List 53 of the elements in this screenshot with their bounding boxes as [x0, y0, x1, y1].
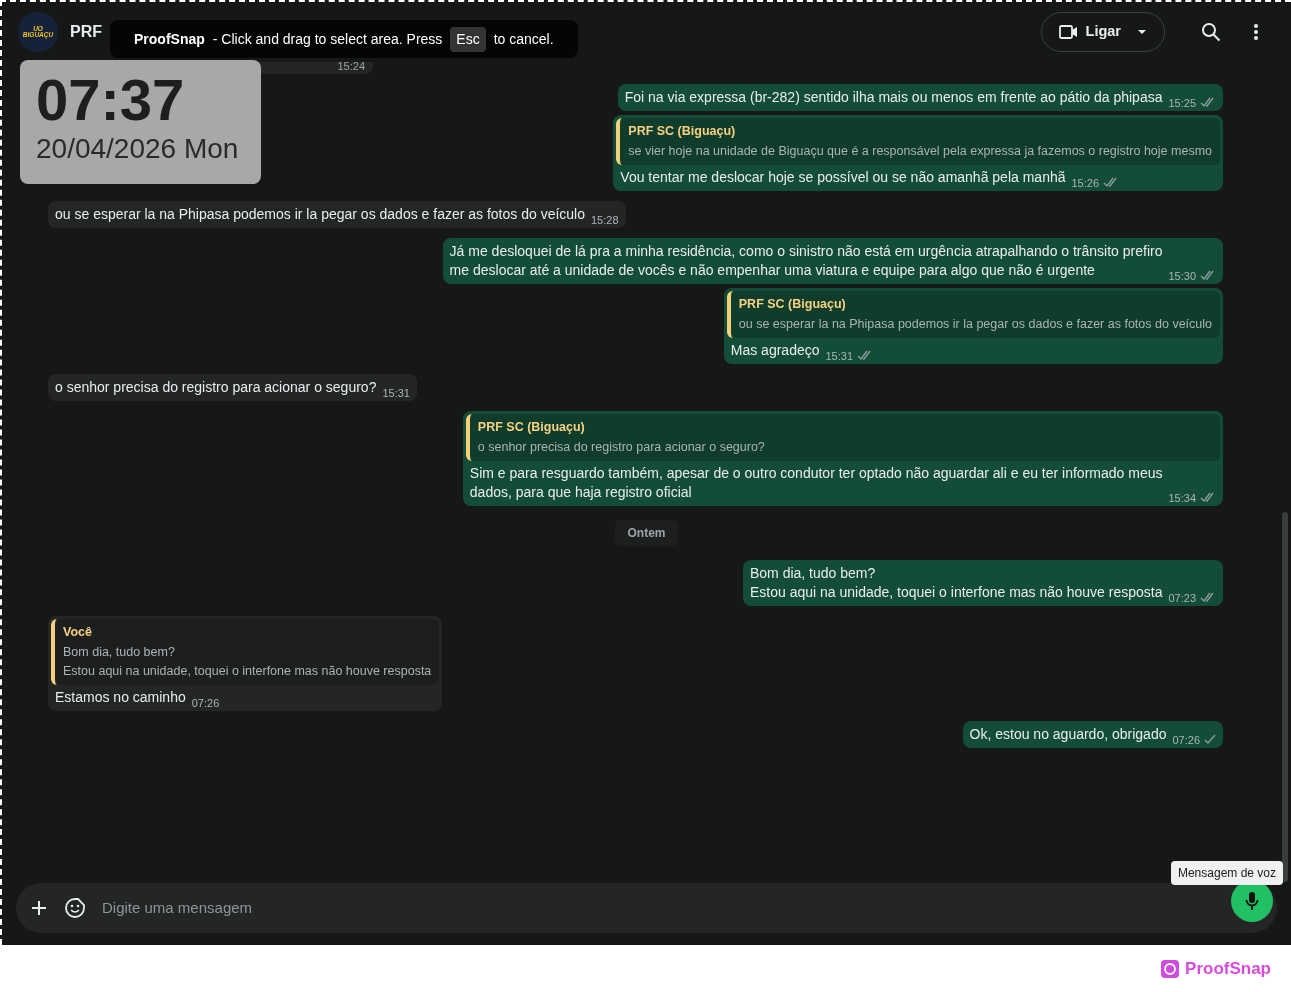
- proofsnap-brand: ProofSnap: [1185, 957, 1271, 980]
- message-text: Bom dia, tudo bem? Estou aqui na unidade, toquei o interfone mas não houve resposta: [749, 564, 1163, 602]
- message-time: 15:30: [1168, 268, 1196, 284]
- quote-text: ou se esperar la na Phipasa podemos ir la pegar os dados e fazer as fotos do veículo: [738, 316, 1212, 333]
- message-time: 15:34: [1168, 490, 1196, 506]
- quoted-message[interactable]: PRF SC (Biguaçu) ou se esperar la na Phipasa podemos ir la pegar os dados e fazer as fotos do veículo: [726, 291, 1220, 338]
- microphone-icon: [1245, 891, 1259, 911]
- quote-author: PRF SC (Biguaçu): [628, 123, 737, 140]
- scrollbar[interactable]: [1282, 512, 1288, 882]
- more-options-icon[interactable]: [1253, 22, 1259, 42]
- sticker-icon[interactable]: [64, 897, 86, 919]
- quote-author: PRF SC (Biguaçu): [738, 296, 847, 313]
- message-time: 15:31: [382, 385, 410, 401]
- video-camera-icon: [1058, 25, 1078, 39]
- clock-date: 20/04/2026 Mon: [36, 132, 240, 166]
- quote-author: Você: [63, 624, 93, 641]
- message-time: 15:31: [825, 348, 854, 364]
- clock-time: 07:37: [36, 68, 186, 132]
- quoted-message[interactable]: Você Bom dia, tudo bem? Estou aqui na unidade, toquei o interfone mas não houve resposta: [51, 619, 440, 685]
- search-icon[interactable]: [1201, 22, 1221, 42]
- message-text: ou se esperar la na Phipasa podemos ir la pegar os dados e fazer as fotos do veículo: [55, 205, 585, 224]
- proofsnap-logo-icon: [1160, 958, 1181, 979]
- message-text: Mas agradeço: [730, 341, 820, 360]
- message-text: Ok, estou no aguardo, obrigado: [969, 725, 1167, 744]
- message-time: 07:26: [1172, 732, 1200, 748]
- quote-text: Bom dia, tudo bem? Estou aqui na unidade, toquei o interfone mas não houve resposta: [63, 644, 432, 680]
- message-text: Vou tentar me deslocar hoje se possível ou se não amanhã pela manhã: [620, 168, 1066, 187]
- toast-text: to cancel.: [493, 29, 554, 49]
- message-time: 15:24: [337, 62, 365, 74]
- tooltip: Mensagem de voz: [1170, 861, 1283, 885]
- caret-icon: [1137, 29, 1147, 35]
- message-time: 07:23: [1168, 590, 1196, 606]
- message-field[interactable]: Digite uma mensagem: [16, 883, 1277, 933]
- escape-key: Esc: [450, 26, 486, 52]
- message-time: 15:28: [591, 212, 619, 228]
- message-time: 15:26: [1071, 175, 1100, 191]
- plus-icon[interactable]: [30, 899, 48, 917]
- quoted-message[interactable]: PRF SC (Biguaçu) se vier hoje na unidade de Biguaçu que é a responsável pela expressa ja fazemos o registro hoje mesmo: [616, 118, 1220, 165]
- quoted-message[interactable]: PRF SC (Biguaçu) o senhor precisa do registro para acionar o seguro?: [465, 414, 1220, 461]
- message-text: Foi na via expressa (br-282) sentido ilha mais ou menos em frente ao pátio da phipasa: [624, 88, 1163, 107]
- message-time: 07:26: [191, 695, 220, 711]
- toast-text: - Click and drag to select area. Press: [212, 29, 443, 49]
- chat-title[interactable]: PRF: [70, 20, 102, 44]
- message-text: Sim e para resguardo também, apesar de o outro condutor ter optado não aguardar ali e eu ter informado meus dados, para que haja registro oficial: [469, 464, 1163, 502]
- message-input[interactable]: Digite uma mensagem: [102, 896, 1207, 920]
- message-time: 15:25: [1168, 95, 1196, 111]
- quote-text: se vier hoje na unidade de Biguaçu que é a responsável pela expressa ja fazemos o registro hoje mesmo: [628, 143, 1212, 160]
- quote-text: o senhor precisa do registro para acionar o seguro?: [477, 439, 766, 456]
- message-text: Já me desloquei de lá pra a minha residência, como o sinistro não está em urgência atrapalhando o trânsito prefiro me deslocar até a unidade de vocês e não empenhar uma viatura e equipe para algo que não é urgente: [449, 242, 1163, 280]
- quote-author: PRF SC (Biguaçu): [477, 419, 586, 436]
- message-text: o senhor precisa do registro para acionar o seguro?: [55, 378, 377, 397]
- toast-brand: ProofSnap: [134, 29, 205, 49]
- message-text: Estamos no caminho: [55, 688, 186, 707]
